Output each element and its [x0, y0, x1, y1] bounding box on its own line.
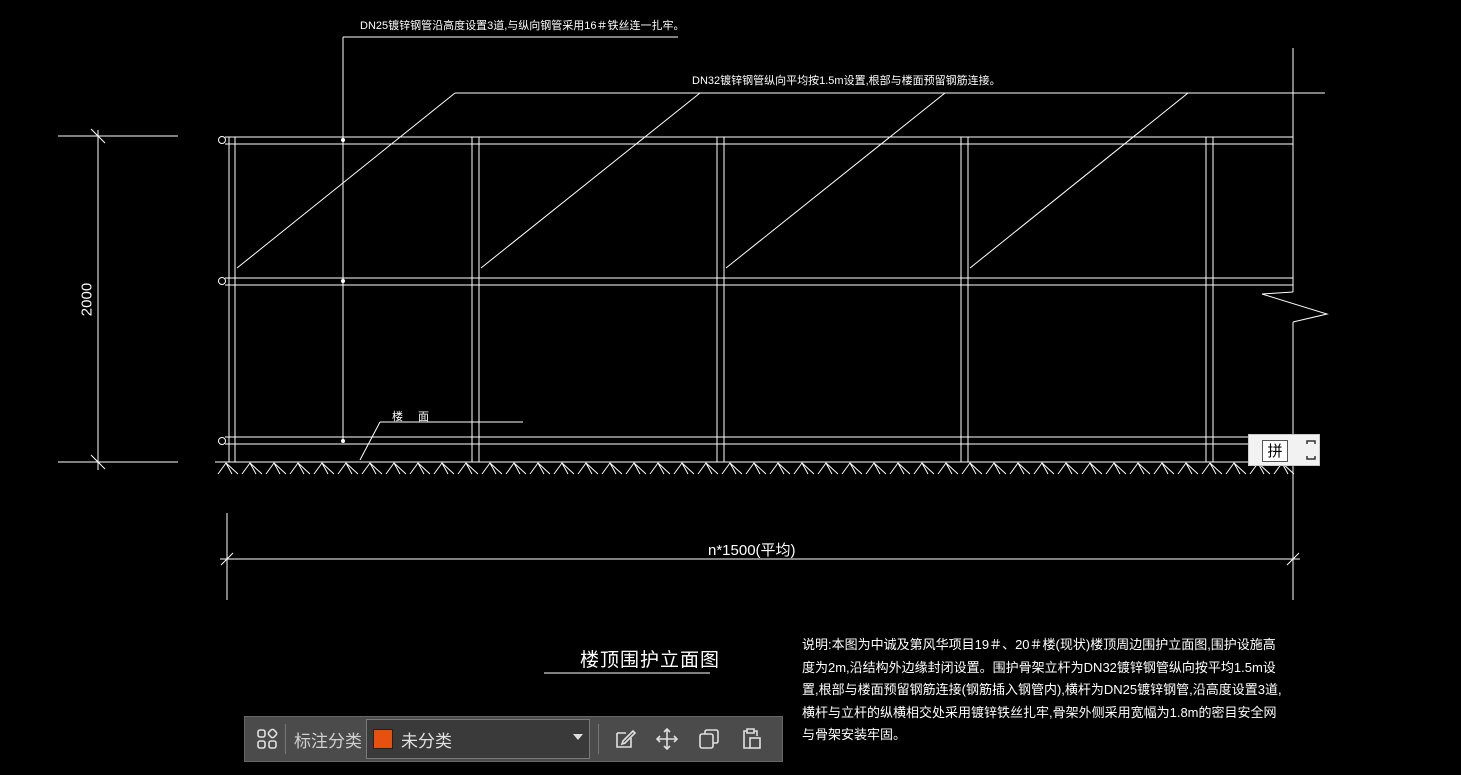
hatch-mark	[241, 462, 263, 475]
hatch-mark	[1033, 462, 1055, 475]
node-bot	[341, 439, 345, 443]
dimension-width: n*1500(平均)	[708, 542, 796, 559]
hatch-mark	[1105, 462, 1127, 475]
drawing-description: 说明:本图为中诚及第风华项目19＃、20＃楼(现状)楼顶周边围护立面图,围护设施…	[802, 637, 1282, 742]
hatch-mark	[793, 462, 815, 475]
hatch-mark	[217, 462, 239, 475]
hatch-mark	[505, 462, 527, 475]
pin-widget[interactable]: 拼	[1248, 434, 1320, 466]
category-label: 标注分类	[294, 731, 362, 752]
edit-icon[interactable]	[611, 725, 639, 753]
hatch-mark	[265, 462, 287, 475]
hatch-mark	[769, 462, 791, 475]
hatch-mark	[889, 462, 911, 475]
hatch-mark	[865, 462, 887, 475]
category-color-swatch	[373, 729, 393, 749]
hatch-mark	[841, 462, 863, 475]
hatch-mark	[937, 462, 959, 475]
expand-corners-icon[interactable]	[1305, 438, 1317, 462]
hatch-mark	[961, 462, 983, 475]
hatch-mark	[721, 462, 743, 475]
toolbar-separator	[285, 724, 286, 754]
floor-hatch	[217, 462, 1295, 475]
hatch-mark	[625, 462, 647, 475]
hatch-mark	[481, 462, 503, 475]
paste-icon[interactable]	[737, 725, 765, 753]
move-icon[interactable]	[653, 725, 681, 753]
annotation-toolbar: 标注分类 未分类	[244, 716, 783, 762]
label-floor: 楼 面	[392, 411, 436, 423]
break-symbol	[1261, 291, 1329, 323]
category-value: 未分类	[401, 731, 452, 752]
hatch-mark	[553, 462, 575, 475]
hatch-mark	[1057, 462, 1079, 475]
hatch-mark	[601, 462, 623, 475]
hatch-mark	[817, 462, 839, 475]
toolbar-separator	[598, 724, 599, 754]
chevron-down-icon	[573, 734, 583, 740]
floor-leader-diag	[359, 421, 381, 461]
leader-diag-3	[725, 92, 946, 269]
hatch-mark	[577, 462, 599, 475]
leader-diag-2	[480, 92, 701, 269]
hatch-mark	[337, 462, 359, 475]
hatch-mark	[433, 462, 455, 475]
leader-diag-1	[236, 92, 456, 269]
hatch-mark	[385, 462, 407, 475]
rail-end-top	[218, 136, 226, 144]
hatch-mark	[409, 462, 431, 475]
note-dn32-posts: DN32镀锌钢管纵向平均按1.5m设置,根部与楼面预留钢筋连接。	[692, 75, 1001, 87]
hatch-mark	[1201, 462, 1223, 475]
node-mid	[341, 279, 345, 283]
hatch-mark	[913, 462, 935, 475]
hatch-mark	[1081, 462, 1103, 475]
hatch-mark	[289, 462, 311, 475]
hatch-mark	[1153, 462, 1175, 475]
rail-end-bot	[218, 437, 226, 445]
copy-icon[interactable]	[695, 725, 723, 753]
hatch-mark	[697, 462, 719, 475]
hatch-mark	[673, 462, 695, 475]
hatch-mark	[1009, 462, 1031, 475]
hatch-mark	[1177, 462, 1199, 475]
leader-diag-4	[969, 92, 1189, 269]
hatch-mark	[313, 462, 335, 475]
hatch-mark	[457, 462, 479, 475]
hatch-mark	[529, 462, 551, 475]
hatch-mark	[745, 462, 767, 475]
rail-end-mid	[218, 277, 226, 285]
four-grid-icon[interactable]	[253, 725, 281, 753]
hatch-mark	[649, 462, 671, 475]
hatch-mark	[985, 462, 1007, 475]
hatch-mark	[1129, 462, 1151, 475]
drawing-title: 楼顶围护立面图	[580, 650, 721, 671]
hatch-mark	[361, 462, 383, 475]
node-top	[341, 138, 345, 142]
category-dropdown[interactable]: 未分类	[366, 719, 590, 759]
pin-char-button[interactable]: 拼	[1262, 440, 1288, 462]
note-dn25-rails: DN25镀锌钢管沿高度设置3道,与纵向钢管采用16＃铁丝连一扎牢。	[360, 20, 685, 32]
hatch-mark	[1225, 462, 1247, 475]
dimension-height: 2000	[78, 282, 96, 317]
